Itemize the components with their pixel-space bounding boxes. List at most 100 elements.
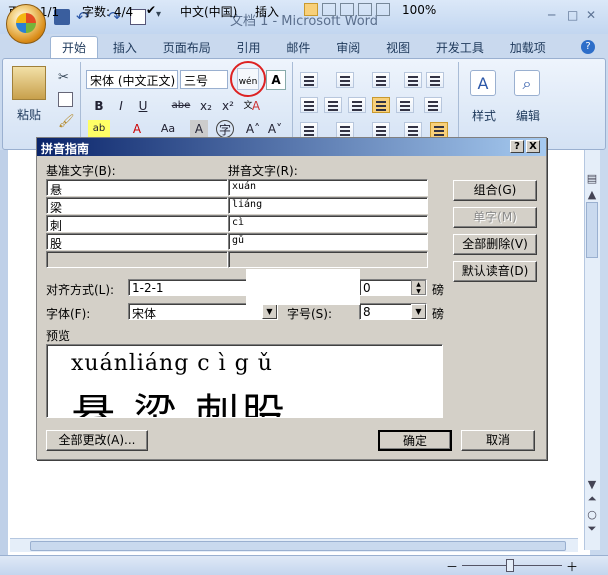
grow-font-button[interactable]: A˄ bbox=[244, 120, 262, 138]
bullets-icon[interactable] bbox=[300, 72, 318, 88]
close-icon[interactable]: ✕ bbox=[586, 8, 596, 22]
dialog-close-button[interactable]: X bbox=[526, 140, 540, 153]
base-text-field-4[interactable]: 股 bbox=[46, 233, 228, 250]
paste-icon[interactable] bbox=[12, 66, 46, 100]
ruby-text-field-4[interactable]: gǔ bbox=[228, 233, 428, 250]
increase-indent-icon[interactable] bbox=[426, 72, 444, 88]
borders-icon[interactable] bbox=[336, 122, 354, 138]
scroll-down-icon[interactable]: ▼ bbox=[585, 478, 599, 491]
line-spacing-icon[interactable] bbox=[424, 97, 442, 113]
base-text-field-2[interactable]: 梁 bbox=[46, 197, 228, 214]
styles-label[interactable]: 样式 bbox=[472, 107, 496, 124]
font-name-combo[interactable]: 宋体 (中文正文) bbox=[86, 70, 178, 89]
clear-formatting-icon[interactable]: A bbox=[246, 97, 266, 115]
ok-button[interactable]: 确定 bbox=[378, 430, 452, 451]
find-icon[interactable]: ⌕ bbox=[514, 70, 540, 96]
dialog-help-button[interactable]: ? bbox=[510, 140, 524, 153]
zoom-out-button[interactable]: － bbox=[446, 558, 458, 575]
tab-references[interactable]: 引用 bbox=[226, 37, 272, 58]
previous-page-icon[interactable]: ⏶ bbox=[585, 492, 599, 506]
next-page-icon[interactable]: ⏷ bbox=[585, 522, 599, 536]
subscript-button[interactable]: x₂ bbox=[196, 97, 216, 115]
align-left-icon[interactable] bbox=[300, 97, 318, 113]
proofing-icon[interactable]: ✔ bbox=[146, 3, 156, 17]
help-icon[interactable]: ? bbox=[581, 40, 595, 54]
align-center-icon[interactable] bbox=[324, 97, 342, 113]
text-highlight-button[interactable]: ab bbox=[88, 120, 110, 138]
mono-ruby-button[interactable]: 单字(M) bbox=[453, 207, 537, 228]
offset-spin-arrows-icon[interactable]: ▲ ▼ bbox=[411, 280, 426, 295]
horizontal-scrollbar[interactable] bbox=[10, 538, 578, 552]
shrink-font-button[interactable]: A˅ bbox=[266, 120, 284, 138]
dialog-title-bar[interactable] bbox=[37, 138, 546, 156]
italic-button[interactable]: I bbox=[112, 97, 130, 115]
tab-mailings[interactable]: 邮件 bbox=[275, 37, 321, 58]
superscript-button[interactable]: x² bbox=[218, 97, 238, 115]
align-right-icon[interactable] bbox=[348, 97, 366, 113]
combine-button[interactable]: 组合(G) bbox=[453, 180, 537, 201]
change-case-button[interactable]: Aa bbox=[156, 120, 180, 138]
font-size-combo[interactable]: 三号 bbox=[180, 70, 228, 89]
tab-developer[interactable]: 开发工具 bbox=[425, 37, 495, 58]
copy-icon[interactable] bbox=[58, 92, 73, 107]
tab-addins[interactable]: 加载项 bbox=[499, 37, 557, 58]
office-button[interactable] bbox=[6, 4, 46, 44]
insert-mode[interactable]: 插入 bbox=[255, 3, 279, 20]
browse-object-icon[interactable]: ○ bbox=[585, 508, 599, 521]
vertical-scroll-thumb[interactable] bbox=[586, 202, 598, 258]
reading-layout-icon[interactable] bbox=[322, 3, 336, 16]
word-count[interactable]: 字数: 4/4 bbox=[82, 3, 133, 20]
language-indicator[interactable]: 中文(中国) bbox=[180, 3, 237, 20]
shading-icon[interactable] bbox=[300, 122, 318, 138]
decrease-indent-icon[interactable] bbox=[404, 72, 422, 88]
character-shading-button[interactable]: A bbox=[190, 120, 208, 138]
multilevel-list-icon[interactable] bbox=[372, 72, 390, 88]
format-painter-icon[interactable]: 🖌 bbox=[58, 114, 75, 129]
tab-review[interactable]: 审阅 bbox=[325, 37, 371, 58]
cancel-button[interactable]: 取消 bbox=[461, 430, 535, 451]
ruby-text-field-3[interactable]: cì bbox=[228, 215, 428, 232]
base-text-field-5[interactable] bbox=[46, 251, 228, 268]
apply-all-button[interactable]: 全部更改(A)... bbox=[46, 430, 148, 451]
underline-button[interactable]: U bbox=[134, 97, 152, 115]
default-reading-button[interactable]: 默认读音(D) bbox=[453, 261, 537, 282]
cut-icon[interactable]: ✂ bbox=[58, 70, 73, 85]
ruby-text-field-5[interactable] bbox=[228, 251, 428, 268]
sort-icon[interactable] bbox=[404, 122, 422, 138]
styles-icon[interactable]: A bbox=[470, 70, 496, 96]
font-color-button[interactable]: A bbox=[128, 120, 146, 138]
enclose-characters-button[interactable]: 字 bbox=[216, 120, 234, 138]
web-layout-icon[interactable] bbox=[340, 3, 354, 16]
bold-button[interactable]: B bbox=[90, 97, 108, 115]
ruler-toggle-icon[interactable]: ▤ bbox=[585, 172, 599, 185]
maximize-icon[interactable]: □ bbox=[567, 8, 578, 22]
draft-view-icon[interactable] bbox=[376, 3, 390, 16]
zoom-in-button[interactable]: ＋ bbox=[566, 558, 578, 575]
minimize-icon[interactable]: ─ bbox=[548, 8, 555, 22]
zoom-slider-thumb[interactable] bbox=[506, 559, 514, 572]
outline-view-icon[interactable] bbox=[358, 3, 372, 16]
base-text-field-3[interactable]: 刺 bbox=[46, 215, 228, 232]
tab-page-layout[interactable]: 页面布局 bbox=[152, 37, 222, 58]
show-marks-icon[interactable] bbox=[430, 122, 448, 138]
tab-view[interactable]: 视图 bbox=[375, 37, 421, 58]
size-dropdown-icon[interactable]: ▼ bbox=[411, 304, 426, 319]
tab-insert[interactable]: 插入 bbox=[102, 37, 148, 58]
ruby-text-field-2[interactable]: liáng bbox=[228, 197, 428, 214]
zoom-level[interactable]: 100% bbox=[402, 3, 436, 17]
ruby-text-field-1[interactable]: xuán bbox=[228, 179, 428, 196]
print-layout-icon[interactable] bbox=[304, 3, 318, 16]
justify-icon[interactable] bbox=[372, 97, 390, 113]
numbering-icon[interactable] bbox=[336, 72, 354, 88]
font-dropdown-icon[interactable]: ▼ bbox=[262, 304, 277, 319]
clear-all-button[interactable]: 全部删除(V) bbox=[453, 234, 537, 255]
paste-label[interactable]: 粘贴 bbox=[17, 106, 41, 123]
tab-home[interactable]: 开始 bbox=[50, 36, 99, 58]
base-text-field-1[interactable]: 悬 bbox=[46, 179, 228, 196]
strikethrough-button[interactable]: abe bbox=[168, 97, 194, 115]
font-select[interactable]: 宋体 bbox=[128, 303, 278, 320]
scroll-up-icon[interactable]: ▲ bbox=[585, 188, 599, 201]
asian-layout-icon[interactable] bbox=[372, 122, 390, 138]
edit-label[interactable]: 编辑 bbox=[516, 107, 540, 124]
character-border-icon[interactable]: A bbox=[266, 70, 286, 90]
